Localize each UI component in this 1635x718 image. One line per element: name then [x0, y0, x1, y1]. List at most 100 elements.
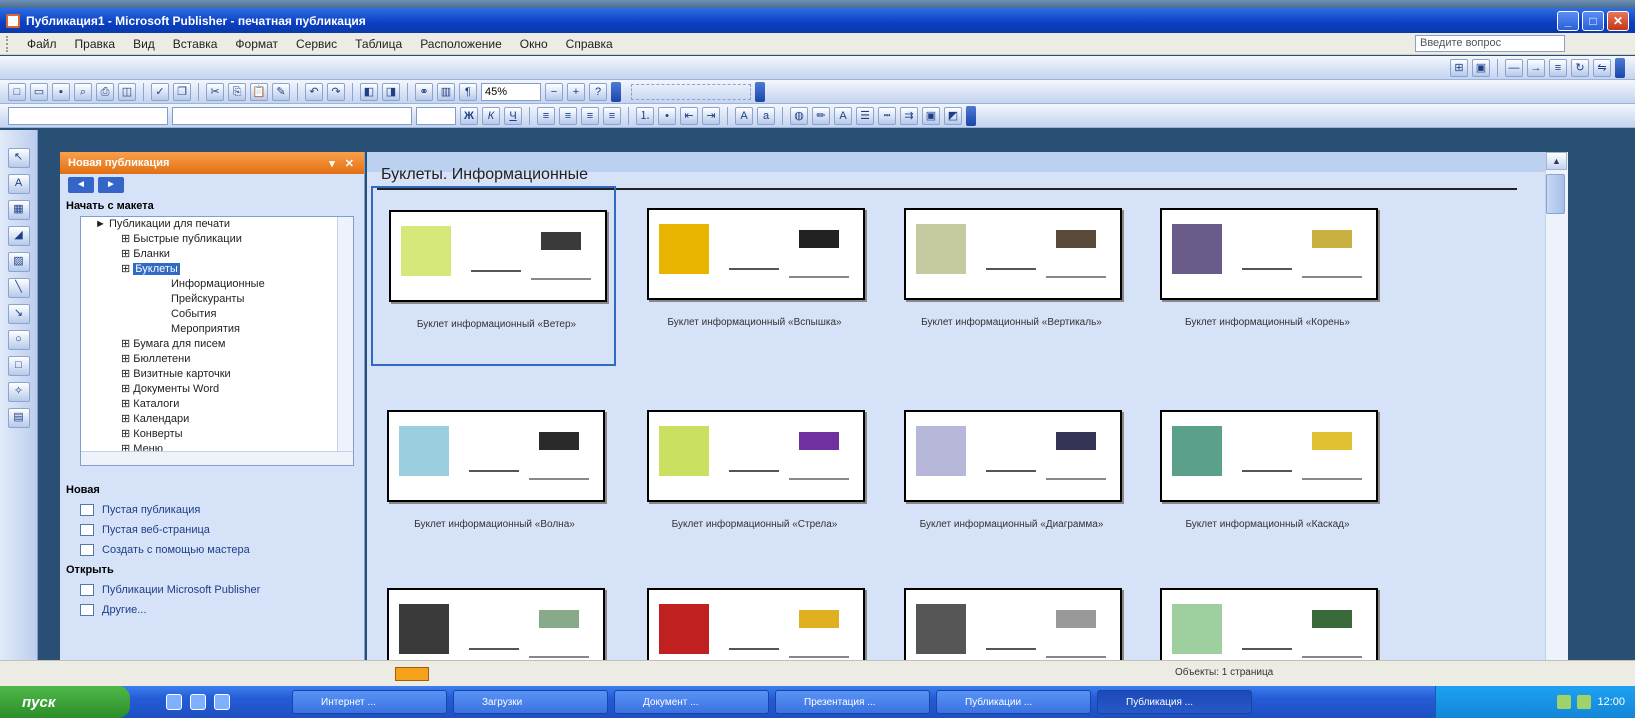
rotate-icon[interactable]: ↻ — [1571, 58, 1589, 77]
menu-item[interactable]: Вид — [124, 37, 164, 51]
print-icon[interactable]: ⎙ — [96, 82, 114, 101]
close-button[interactable]: ✕ — [1607, 10, 1629, 31]
picture-frame-icon[interactable]: ▨ — [7, 252, 30, 272]
zoom-in-icon[interactable]: + — [567, 82, 585, 101]
format-painter-icon[interactable]: ✎ — [272, 82, 290, 101]
underline-icon[interactable]: Ч — [504, 106, 522, 125]
maximize-button[interactable]: □ — [1582, 10, 1604, 31]
tree-item[interactable]: ⊞ Каталоги — [81, 397, 353, 412]
justify-icon[interactable]: ≡ — [603, 106, 621, 125]
tree-item[interactable]: Прейскуранты — [81, 292, 353, 307]
network-icon[interactable] — [1557, 695, 1572, 709]
menu-item[interactable]: Файл — [18, 37, 66, 51]
shrink-font-icon[interactable]: a — [757, 106, 775, 125]
design-gallery-icon[interactable]: ▤ — [7, 408, 30, 428]
tree-expander-icon[interactable]: ⊞ — [121, 428, 133, 440]
redo-icon[interactable]: ↷ — [327, 82, 345, 101]
volume-icon[interactable] — [1577, 695, 1592, 709]
template-thumbnail-cell[interactable]: Буклет информационный «Ветер» — [371, 186, 616, 366]
scroll-thumb[interactable] — [1546, 174, 1565, 214]
template-preview[interactable] — [904, 588, 1122, 660]
paste-icon[interactable]: 📋 — [250, 82, 268, 101]
template-preview[interactable] — [904, 410, 1122, 502]
scroll-up-icon[interactable]: ▲ — [1546, 152, 1567, 170]
task-pane-link[interactable]: Другие... — [60, 600, 364, 620]
taskbar-window-button[interactable]: Документ ... — [614, 690, 769, 714]
template-thumbnail-cell[interactable] — [1144, 566, 1389, 660]
tree-expander-icon[interactable]: ⊞ — [121, 353, 133, 365]
template-preview[interactable] — [387, 410, 605, 502]
help-search-input[interactable]: Введите вопрос — [1415, 35, 1565, 52]
task-pane-link[interactable]: Публикации Microsoft Publisher — [60, 580, 364, 600]
template-thumbnail-cell[interactable]: Буклет информационный «Каскад» — [1144, 388, 1389, 568]
taskbar-window-button[interactable]: Публикации ... — [936, 690, 1091, 714]
tree-item[interactable]: ⊞ Визитные карточки — [81, 367, 353, 382]
tree-item[interactable]: Мероприятия — [81, 322, 353, 337]
task-pane-link[interactable]: Создать с помощью мастера — [60, 540, 364, 560]
menu-item[interactable]: Расположение — [411, 37, 511, 51]
picture-icon[interactable]: ▣ — [1472, 58, 1490, 77]
paragraph-icon[interactable]: ¶ — [459, 82, 477, 101]
connect-icon[interactable]: ⊞ — [1450, 58, 1468, 77]
numbering-icon[interactable]: ⒈ — [636, 106, 654, 125]
template-thumbnail-cell[interactable]: Буклет информационный «Вертикаль» — [888, 186, 1133, 366]
taskbar-window-button[interactable]: Загрузки — [453, 690, 608, 714]
template-preview[interactable] — [647, 588, 865, 660]
menu-item[interactable]: Таблица — [346, 37, 411, 51]
decrease-indent-icon[interactable]: ⇤ — [680, 106, 698, 125]
oval-icon[interactable]: ○ — [7, 330, 30, 350]
tree-scrollbar[interactable] — [337, 217, 353, 465]
template-thumbnail-cell[interactable]: Буклет информационный «Стрела» — [631, 388, 876, 568]
task-pane-link[interactable]: Пустая публикация — [60, 500, 364, 520]
line-tool-icon[interactable]: ╲ — [7, 278, 30, 298]
select-icon[interactable]: ↖ — [7, 148, 30, 168]
tree-item[interactable]: Информационные — [81, 277, 353, 292]
help-icon[interactable]: ? — [589, 82, 607, 101]
media-icon[interactable] — [214, 694, 230, 710]
minimize-button[interactable]: _ — [1557, 10, 1579, 31]
line-color-icon[interactable]: ✏ — [812, 106, 830, 125]
template-thumbnail-cell[interactable]: Буклет информационный «Вспышка» — [631, 186, 876, 366]
template-preview[interactable] — [1160, 410, 1378, 502]
flip-icon[interactable]: ⇋ — [1593, 58, 1611, 77]
show-desktop-icon[interactable] — [166, 694, 182, 710]
tree-expander-icon[interactable]: ⊞ — [121, 368, 133, 380]
tree-item[interactable]: ⊞ Бюллетени — [81, 352, 353, 367]
fill-color-icon[interactable]: ◍ — [790, 106, 808, 125]
menu-item[interactable]: Вставка — [164, 37, 227, 51]
template-thumbnail-cell[interactable]: Буклет информационный «Волна» — [371, 388, 616, 568]
dash-style-icon[interactable]: ┅ — [878, 106, 896, 125]
tree-expander-icon[interactable]: ⊞ — [121, 338, 133, 350]
new-icon[interactable]: □ — [8, 82, 26, 101]
text-box-icon[interactable]: A — [7, 174, 30, 194]
rectangle-icon[interactable]: □ — [7, 356, 30, 376]
tree-item[interactable]: ⊞ Бланки — [81, 247, 353, 262]
research-icon[interactable]: ❐ — [173, 82, 191, 101]
tree-item[interactable]: ► Публикации для печати — [81, 217, 353, 232]
page-navigator-icon[interactable] — [395, 667, 429, 681]
cut-icon[interactable]: ✂ — [206, 82, 224, 101]
menu-item[interactable]: Правка — [66, 37, 125, 51]
undo-icon[interactable]: ↶ — [305, 82, 323, 101]
save-icon[interactable]: ▪ — [52, 82, 70, 101]
template-preview[interactable] — [389, 210, 607, 302]
taskbar-window-button[interactable]: Интернет ... — [292, 690, 447, 714]
tree-expander-icon[interactable]: ⊞ — [121, 233, 133, 245]
increase-indent-icon[interactable]: ⇥ — [702, 106, 720, 125]
table-icon[interactable]: ▦ — [7, 200, 30, 220]
zoom-out-icon[interactable]: − — [545, 82, 563, 101]
tree-expander-icon[interactable]: ► — [95, 218, 109, 230]
toolbar-options-icon[interactable] — [1615, 57, 1625, 78]
task-pane-close-icon[interactable]: ✕ — [345, 157, 354, 170]
taskbar-window-button[interactable]: Презентация ... — [775, 690, 930, 714]
tree-item[interactable]: ⊞ Быстрые публикации — [81, 232, 353, 247]
forward-button[interactable]: ► — [98, 177, 124, 193]
tree-expander-icon[interactable]: ⊞ — [121, 413, 133, 425]
template-thumbnail-cell[interactable] — [631, 566, 876, 660]
template-preview[interactable] — [647, 208, 865, 300]
font-select[interactable] — [172, 106, 412, 125]
3d-icon[interactable]: ◩ — [944, 106, 962, 125]
shadow-icon[interactable]: ▣ — [922, 106, 940, 125]
menu-item[interactable]: Справка — [557, 37, 622, 51]
wordart-icon[interactable]: ◢ — [7, 226, 30, 246]
